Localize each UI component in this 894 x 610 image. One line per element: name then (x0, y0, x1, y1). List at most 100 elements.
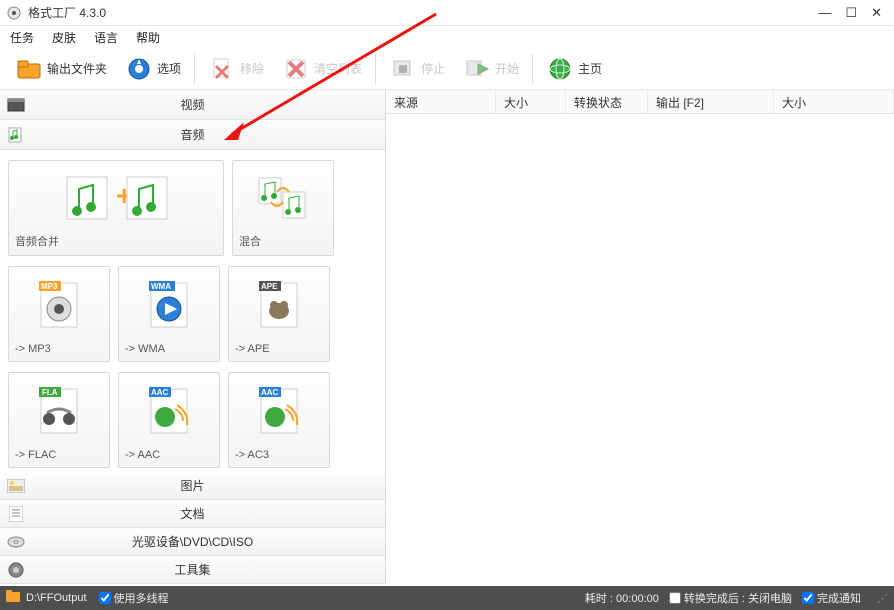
notify-checkbox[interactable]: 完成通知 (802, 590, 861, 606)
remove-button[interactable]: 移除 (201, 52, 271, 86)
clear-icon (282, 55, 310, 83)
table-body-empty (386, 114, 894, 584)
table-header: 来源 大小 转换状态 输出 [F2] 大小 (386, 90, 894, 114)
elapsed-time: 耗时 : 00:00:00 (585, 590, 659, 606)
menu-skin[interactable]: 皮肤 (52, 29, 76, 46)
category-doc[interactable]: 文档 (0, 500, 385, 528)
menu-task[interactable]: 任务 (10, 29, 34, 46)
menu-help[interactable]: 帮助 (136, 29, 160, 46)
statusbar: D:\FFOutput 使用多线程 耗时 : 00:00:00 转换完成后 : … (0, 586, 894, 610)
options-button[interactable]: 选项 (118, 52, 188, 86)
window-controls: — ☐ ✕ (818, 5, 888, 21)
left-sidebar: 视频 音频 + 音频合并 混合 (0, 90, 386, 584)
output-path[interactable]: D:\FFOutput (26, 592, 87, 604)
category-audio[interactable]: 音频 (0, 120, 385, 150)
clear-button[interactable]: 清空列表 (275, 52, 369, 86)
stop-label: 停止 (421, 60, 445, 77)
notify-input[interactable] (802, 592, 814, 604)
start-label: 开始 (495, 60, 519, 77)
audio-mix-icon (239, 167, 327, 229)
minimize-button[interactable]: — (818, 5, 831, 21)
svg-text:MP3: MP3 (41, 282, 58, 291)
ac3-icon: AAC (235, 379, 323, 445)
category-image-label: 图片 (6, 477, 379, 494)
after-convert-input[interactable] (669, 592, 681, 604)
home-button[interactable]: 主页 (539, 52, 609, 86)
tile-mp3-label: -> MP3 (15, 339, 103, 355)
category-audio-label: 音频 (6, 126, 379, 143)
category-video[interactable]: 视频 (0, 90, 385, 120)
multithread-input[interactable] (99, 592, 111, 604)
tile-ape-label: -> APE (235, 339, 323, 355)
th-size[interactable]: 大小 (496, 90, 566, 113)
wma-icon: WMA (125, 273, 213, 339)
clear-label: 清空列表 (314, 60, 362, 77)
category-tools-label: 工具集 (6, 561, 379, 578)
svg-text:FLA: FLA (42, 388, 58, 397)
menu-lang[interactable]: 语言 (94, 29, 118, 46)
tile-wma[interactable]: WMA -> WMA (118, 266, 220, 362)
th-status[interactable]: 转换状态 (566, 90, 648, 113)
svg-text:WMA: WMA (151, 282, 171, 291)
menubar: 任务 皮肤 语言 帮助 (0, 26, 894, 48)
options-label: 选项 (157, 60, 181, 77)
tile-aac[interactable]: AAC -> AAC (118, 372, 220, 468)
tile-audio-mix-label: 混合 (239, 229, 327, 249)
window-title: 格式工厂 4.3.0 (28, 4, 818, 21)
remove-icon (208, 55, 236, 83)
tile-audio-join-label: 音频合并 (15, 229, 217, 249)
category-doc-label: 文档 (6, 505, 379, 522)
flac-icon: FLA (15, 379, 103, 445)
multithread-checkbox[interactable]: 使用多线程 (99, 590, 169, 606)
toolbar-separator (194, 54, 195, 84)
output-folder-label: 输出文件夹 (47, 60, 107, 77)
tile-mp3[interactable]: MP3 -> MP3 (8, 266, 110, 362)
th-size2[interactable]: 大小 (774, 90, 894, 113)
toolbar: 输出文件夹 选项 移除 清空列表 停止 开始 主页 (0, 48, 894, 90)
th-source[interactable]: 来源 (386, 90, 496, 113)
tile-wma-label: -> WMA (125, 339, 213, 355)
after-convert-checkbox[interactable]: 转换完成后 : 关闭电脑 (669, 590, 792, 606)
category-image[interactable]: 图片 (0, 472, 385, 500)
remove-label: 移除 (240, 60, 264, 77)
close-button[interactable]: ✕ (871, 5, 882, 21)
audio-panel: + 音频合并 混合 MP3 -> MP3 (0, 150, 385, 472)
options-icon (125, 55, 153, 83)
category-disc[interactable]: 光驱设备\DVD\CD\ISO (0, 528, 385, 556)
stop-icon (389, 55, 417, 83)
resize-grip[interactable]: ⋰ (877, 592, 888, 605)
right-pane: 来源 大小 转换状态 输出 [F2] 大小 (386, 90, 894, 584)
start-button[interactable]: 开始 (456, 52, 526, 86)
category-tools[interactable]: 工具集 (0, 556, 385, 584)
tile-aac-label: -> AAC (125, 445, 213, 461)
category-video-label: 视频 (6, 96, 379, 113)
mp3-icon: MP3 (15, 273, 103, 339)
svg-text:AAC: AAC (151, 388, 169, 397)
aac-icon: AAC (125, 379, 213, 445)
folder-small-icon[interactable] (6, 590, 22, 606)
audio-join-icon: + (15, 167, 217, 229)
tile-audio-join[interactable]: + 音频合并 (8, 160, 224, 256)
tile-flac[interactable]: FLA -> FLAC (8, 372, 110, 468)
app-icon (6, 5, 22, 21)
tile-audio-mix[interactable]: 混合 (232, 160, 334, 256)
maximize-button[interactable]: ☐ (845, 5, 857, 21)
ape-icon: APE (235, 273, 323, 339)
category-disc-label: 光驱设备\DVD\CD\ISO (6, 533, 379, 550)
tile-ac3[interactable]: AAC -> AC3 (228, 372, 330, 468)
stop-button[interactable]: 停止 (382, 52, 452, 86)
svg-text:APE: APE (261, 282, 278, 291)
start-icon (463, 55, 491, 83)
tile-ape[interactable]: APE -> APE (228, 266, 330, 362)
globe-icon (546, 55, 574, 83)
folder-icon (15, 55, 43, 83)
toolbar-separator (375, 54, 376, 84)
output-folder-button[interactable]: 输出文件夹 (8, 52, 114, 86)
toolbar-separator (532, 54, 533, 84)
tile-flac-label: -> FLAC (15, 445, 103, 461)
bottom-categories: 图片 文档 光驱设备\DVD\CD\ISO 工具集 (0, 472, 385, 584)
svg-text:AAC: AAC (261, 388, 279, 397)
home-label: 主页 (578, 60, 602, 77)
th-output[interactable]: 输出 [F2] (648, 90, 774, 113)
tile-ac3-label: -> AC3 (235, 445, 323, 461)
